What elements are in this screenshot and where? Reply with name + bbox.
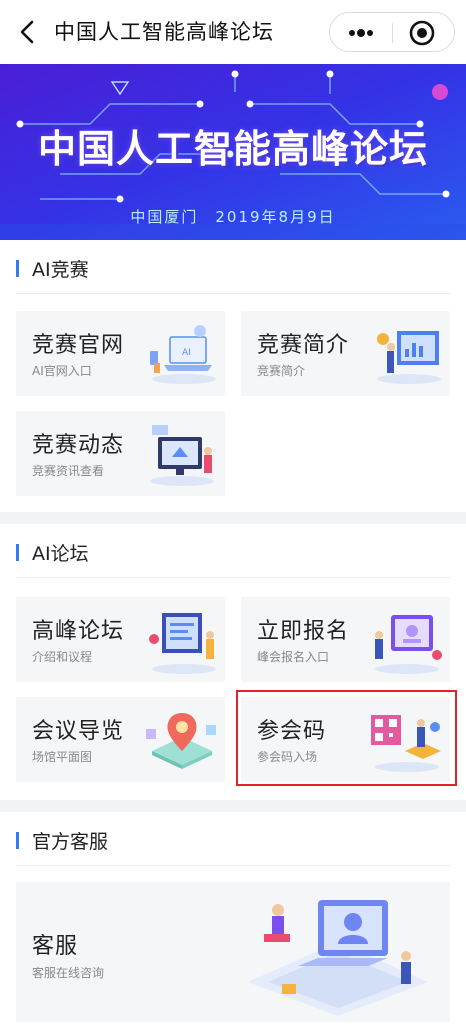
- card-subtitle: 参会码入场: [257, 750, 318, 764]
- svg-text:AI: AI: [182, 348, 191, 358]
- card-subtitle: 介绍和议程: [32, 650, 93, 664]
- back-arrow-icon[interactable]: [14, 18, 42, 46]
- card-title: 竞赛简介: [257, 333, 350, 358]
- section-title: AI论坛: [32, 543, 89, 565]
- card-summit-forum[interactable]: 高峰论坛 介绍和议程: [16, 597, 225, 682]
- section-customer-service: 官方客服 客服 客服在线咨询: [0, 812, 466, 1031]
- banner-title: 中国人工智能高峰论坛: [37, 127, 428, 171]
- close-target-icon[interactable]: [408, 19, 436, 47]
- card-register-now[interactable]: 立即报名 峰会报名入口: [241, 597, 450, 682]
- section-divider: [16, 577, 450, 578]
- nav-bar: 中国人工智能高峰论坛: [0, 0, 466, 64]
- card-subtitle: 峰会报名入口: [257, 650, 330, 664]
- card-title: 竞赛动态: [32, 433, 125, 458]
- card-competition-website[interactable]: 竞赛官网 AI官网入口 AI: [16, 311, 225, 396]
- card-competition-intro[interactable]: 竞赛简介 竞赛简介: [241, 311, 450, 396]
- card-subtitle: AI官网入口: [32, 364, 92, 378]
- card-title: 竞赛官网: [32, 333, 125, 358]
- section-gap: [0, 800, 466, 812]
- more-dots-icon[interactable]: [344, 21, 378, 45]
- card-venue-guide[interactable]: 会议导览 场馆平面图: [16, 697, 225, 782]
- card-title: 客服: [32, 934, 79, 959]
- card-subtitle: 场馆平面图: [32, 750, 93, 764]
- banner-date: 中国厦门 2019年8月9日: [130, 208, 336, 226]
- forum-banner: 中国人工智能高峰论坛 中国厦门 2019年8月9日: [0, 64, 466, 240]
- card-subtitle: 竞赛简介: [257, 364, 306, 378]
- qr-code-illustration: [371, 715, 441, 772]
- section-divider: [16, 293, 450, 294]
- presentation-illustration: [377, 331, 441, 384]
- section-header: AI论坛: [0, 524, 466, 578]
- capsule-divider: [392, 23, 393, 43]
- mini-program-capsule: [329, 12, 455, 52]
- card-title: 参会码: [257, 719, 327, 744]
- section-accent-bar: [16, 260, 19, 277]
- laptop-ai-illustration: AI: [150, 325, 216, 384]
- section-accent-bar: [16, 832, 19, 849]
- section-header: 官方客服: [0, 812, 466, 866]
- section-title: AI竞赛: [32, 259, 89, 281]
- card-attendance-code[interactable]: 参会码 参会码入场: [241, 697, 450, 782]
- monitor-news-illustration: [150, 425, 214, 486]
- page-title: 中国人工智能高峰论坛: [54, 20, 274, 44]
- card-title: 立即报名: [257, 619, 350, 644]
- section-header: AI竞赛: [0, 240, 466, 294]
- card-title: 高峰论坛: [32, 619, 125, 644]
- customer-service-illustration: [248, 900, 428, 1016]
- card-customer-service[interactable]: 客服 客服在线咨询: [16, 882, 450, 1022]
- card-subtitle: 客服在线咨询: [32, 966, 105, 980]
- section-accent-bar: [16, 544, 19, 561]
- card-competition-news[interactable]: 竞赛动态 竞赛资讯查看: [16, 411, 225, 496]
- section-forum: AI论坛 高峰论坛 介绍和议程 立即报名 峰会报名入口 会议导览 场馆平面图 参…: [0, 524, 466, 800]
- section-gap: [0, 512, 466, 524]
- section-title: 官方客服: [32, 831, 109, 853]
- card-title: 会议导览: [32, 719, 125, 744]
- forum-screen-illustration: [149, 613, 216, 674]
- signup-illustration: [375, 615, 442, 674]
- map-pin-illustration: [146, 713, 216, 769]
- section-divider: [16, 865, 450, 866]
- card-subtitle: 竞赛资讯查看: [32, 464, 105, 478]
- section-competition: AI竞赛 竞赛官网 AI官网入口 AI 竞赛简介 竞赛简介 竞赛动态 竞赛资讯查…: [0, 240, 466, 512]
